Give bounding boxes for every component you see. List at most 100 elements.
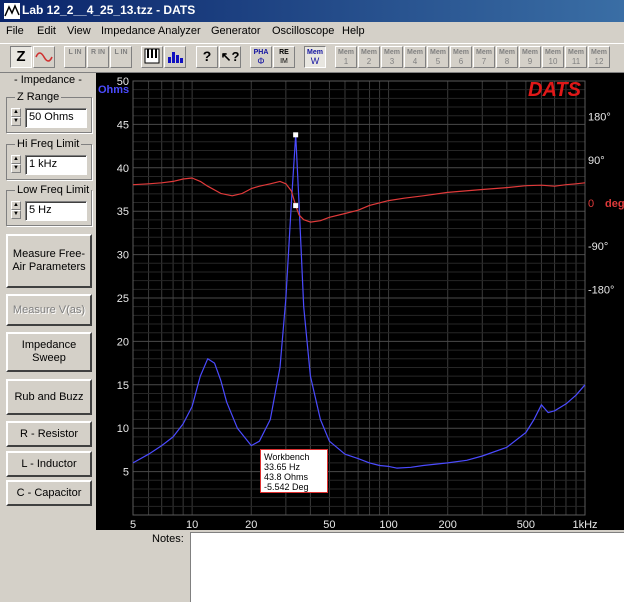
impedance-section-label: - Impedance - (14, 74, 82, 86)
spin-up-icon[interactable]: ▲ (11, 201, 21, 210)
memory-slot-button[interactable]: Mem 8 (496, 46, 518, 68)
y-tick-label: 30 (117, 250, 129, 262)
impedance-mode-button[interactable]: Z (10, 46, 32, 68)
z-range-field[interactable]: 50 Ohms (25, 108, 87, 128)
y-tick-label: 45 (117, 119, 129, 131)
memory-slot-label: Mem (522, 49, 538, 56)
impedance-plot[interactable]: 50454035302520151055 10 20 50 100 200 500 1kHz1… (96, 73, 624, 530)
spin-down-icon[interactable]: ▼ (11, 164, 21, 173)
phase-marker[interactable] (293, 203, 299, 209)
phase-tick-label: -180° (588, 284, 614, 296)
l-inductor-button[interactable]: L - Inductor (6, 451, 92, 477)
phase-tick-label: -90° (588, 241, 608, 253)
hi-freq-group: Hi Freq Limit ▲ ▼ 1 kHz (6, 138, 92, 180)
memory-slot-button[interactable]: Mem 6 (450, 46, 472, 68)
menu-help[interactable]: Help (342, 25, 365, 37)
marker-readout: Workbench 33.65 Hz 43.8 Ohms -5.542 Deg (260, 449, 328, 493)
hi-freq-field[interactable]: 1 kHz (25, 155, 87, 175)
memory-slot-label: Mem (430, 49, 446, 56)
menu-generator[interactable]: Generator (211, 25, 261, 37)
z-range-spinner[interactable]: ▲ ▼ (11, 108, 21, 128)
x-tick-label: 200 (439, 519, 457, 530)
memory-slot-button[interactable]: Mem 9 (519, 46, 541, 68)
bar-graph-button[interactable] (164, 46, 186, 68)
phase-tick-label: 180° (588, 112, 611, 124)
context-help-icon: ↖? (220, 49, 240, 64)
x-tick-label: 100 (379, 519, 397, 530)
menu-edit[interactable]: Edit (37, 25, 56, 37)
spin-up-icon[interactable]: ▲ (11, 155, 21, 164)
piano-keys-icon (144, 48, 160, 64)
right-input-button-1[interactable]: R IN (87, 46, 109, 68)
z-range-group: Z Range ▲ ▼ 50 Ohms (6, 91, 92, 133)
readout-phase: -5.542 Deg (264, 482, 309, 492)
memory-slot-number: 7 (481, 57, 487, 66)
x-tick-label: 20 (245, 519, 257, 530)
x-tick-label: 10 (186, 519, 198, 530)
generator-mode-button[interactable] (33, 46, 55, 68)
help-button[interactable]: ? (196, 46, 218, 68)
y-tick-label: 20 (117, 336, 129, 348)
memory-slot-button[interactable]: Mem 12 (588, 46, 610, 68)
menu-impedance-analyzer[interactable]: Impedance Analyzer (101, 25, 201, 37)
x-tick-label: 1kHz (572, 519, 597, 530)
low-freq-spinner[interactable]: ▲ ▼ (11, 201, 21, 221)
x-tick-label: 5 (130, 519, 136, 530)
phase-button[interactable]: PHA Φ (250, 46, 272, 68)
memory-slot-number: 10 (548, 57, 558, 66)
impedance-marker[interactable] (293, 132, 299, 138)
measure-free-air-button[interactable]: Measure Free-Air Parameters (6, 234, 92, 288)
left-input-button-1[interactable]: L IN (64, 46, 86, 68)
toolbar: Z L IN R IN L IN ? ↖? PHA Φ RE IM Mem W … (0, 43, 624, 73)
memory-write-button[interactable]: Mem W (304, 46, 326, 68)
memory-slot-button[interactable]: Mem 1 (335, 46, 357, 68)
spin-down-icon[interactable]: ▼ (11, 117, 21, 126)
phase-bottom-label: Φ (257, 56, 265, 66)
memory-slot-button[interactable]: Mem 2 (358, 46, 380, 68)
memory-slot-button[interactable]: Mem 7 (473, 46, 495, 68)
context-help-button[interactable]: ↖? (219, 46, 241, 68)
left-input-1-label: L IN (68, 49, 82, 56)
right-input-1-label: R IN (91, 49, 105, 56)
memory-slot-button[interactable]: Mem 4 (404, 46, 426, 68)
imaginary-label: IM (280, 58, 288, 65)
real-imaginary-button[interactable]: RE IM (273, 46, 295, 68)
notes-textbox[interactable] (190, 532, 624, 602)
low-freq-group: Low Freq Limit ▲ ▼ 5 Hz (6, 184, 92, 226)
memory-slot-button[interactable]: Mem 3 (381, 46, 403, 68)
y-tick-label: 5 (123, 467, 129, 479)
measure-vas-button[interactable]: Measure V(as) (6, 294, 92, 326)
hi-freq-label: Hi Freq Limit (15, 138, 82, 150)
readout-frequency: 33.65 Hz (264, 462, 301, 472)
memory-slot-label: Mem (568, 49, 584, 56)
memory-slot-label: Mem (476, 49, 492, 56)
memory-slot-label: Mem (338, 49, 354, 56)
sine-wave-icon (35, 52, 53, 62)
menu-file[interactable]: File (6, 25, 24, 37)
impedance-axis-label: Ohms (98, 84, 129, 96)
c-capacitor-button[interactable]: C - Capacitor (6, 480, 92, 506)
left-input-button-2[interactable]: L IN (110, 46, 132, 68)
memory-slot-number: 3 (389, 57, 395, 66)
rub-and-buzz-button[interactable]: Rub and Buzz (6, 379, 92, 415)
piano-button[interactable] (141, 46, 163, 68)
title-bar: Lab 12_2__4_25_13.tzz - DATS (0, 0, 624, 22)
y-tick-label: 35 (117, 206, 129, 218)
readout-source: Workbench (264, 452, 310, 462)
phase-tick-label: 0 (588, 198, 594, 210)
spin-up-icon[interactable]: ▲ (11, 108, 21, 117)
memory-slot-number: 2 (366, 57, 372, 66)
hi-freq-spinner[interactable]: ▲ ▼ (11, 155, 21, 175)
bar-graph-icon (168, 52, 183, 63)
menu-view[interactable]: View (67, 25, 91, 37)
memory-slot-button[interactable]: Mem 11 (565, 46, 587, 68)
r-resistor-button[interactable]: R - Resistor (6, 421, 92, 447)
readout-impedance: 43.8 Ohms (264, 472, 309, 482)
spin-down-icon[interactable]: ▼ (11, 210, 21, 219)
low-freq-field[interactable]: 5 Hz (25, 201, 87, 221)
y-tick-label: 10 (117, 423, 129, 435)
memory-slot-button[interactable]: Mem 10 (542, 46, 564, 68)
impedance-sweep-button[interactable]: Impedance Sweep (6, 332, 92, 372)
memory-slot-button[interactable]: Mem 5 (427, 46, 449, 68)
menu-oscilloscope[interactable]: Oscilloscope (272, 25, 334, 37)
